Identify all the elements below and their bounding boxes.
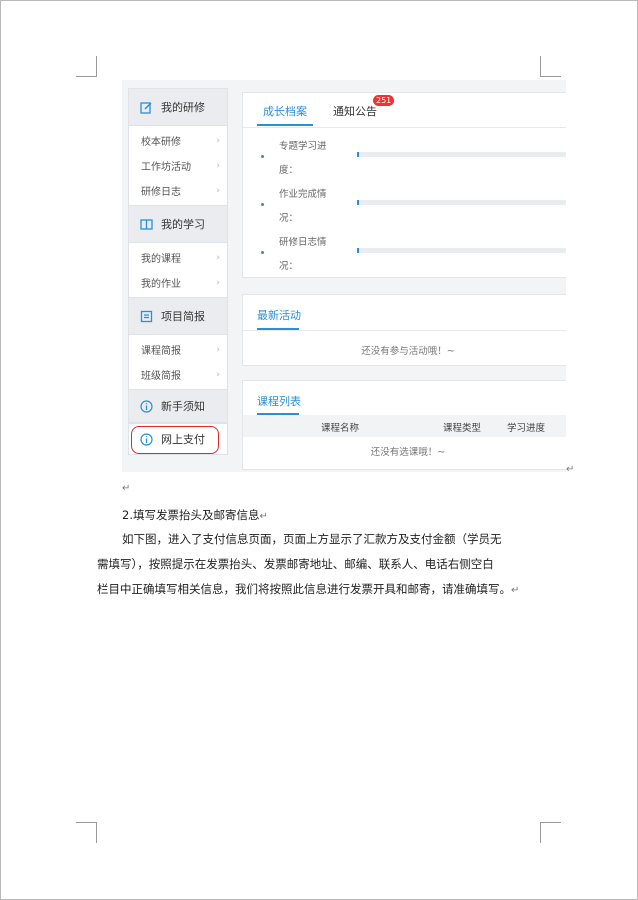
active-tab-indicator: [257, 124, 313, 126]
paragraph-mark: ↵: [122, 483, 131, 494]
tab-notice[interactable]: 通知公告: [333, 103, 377, 119]
sidebar-section-title: 我的学习: [161, 218, 205, 231]
sidebar-list-research: 校本研修 › 工作坊活动 › 研修日志 ›: [128, 126, 228, 205]
highlight-outline: [131, 426, 219, 454]
table-header: 课程名称 课程类型 学习进度: [243, 415, 566, 437]
sidebar-item-workshop[interactable]: 工作坊活动 ›: [129, 153, 227, 178]
sidebar-section-briefing[interactable]: 项目简报: [128, 297, 228, 335]
progress-row: 专题学习进 度：: [257, 135, 566, 176]
progress-label: 研修日志情 况：: [279, 237, 327, 272]
progress-row: 研修日志情 况：: [257, 231, 566, 272]
sidebar-item-label: 工作坊活动: [141, 162, 191, 173]
section-title: 最新活动: [257, 309, 301, 322]
chevron-right-icon: ›: [216, 160, 220, 171]
chevron-right-icon: ›: [216, 135, 220, 146]
info-icon: [140, 399, 153, 413]
chevron-right-icon: ›: [216, 185, 220, 196]
sidebar-item-label: 课程简报: [141, 346, 181, 357]
tab-growth-record[interactable]: 成长档案: [263, 103, 307, 119]
sidebar-item-online-pay[interactable]: 网上支付: [128, 423, 228, 455]
progress-bar: [357, 248, 566, 253]
course-list-card: 课程列表 课程名称 课程类型 学习进度 还没有选课哦！~: [242, 380, 566, 470]
embedded-screenshot: 我的研修 校本研修 › 工作坊活动 › 研修日志 › 我的学习 我的课程 › 我的作业 ›…: [122, 80, 566, 472]
empty-message: 还没有选课哦！~: [370, 447, 446, 458]
sidebar-item-course-briefing[interactable]: 课程简报 ›: [129, 337, 227, 362]
sidebar-item-class-briefing[interactable]: 班级简报 ›: [129, 362, 227, 387]
chevron-right-icon: ›: [216, 252, 220, 263]
empty-message: 还没有参与活动哦！~: [361, 346, 455, 357]
paragraph-mark: ↵: [566, 464, 575, 475]
progress-row: 作业完成情 况：: [257, 183, 566, 224]
corner-mark-top-left: [76, 56, 97, 77]
sidebar-item-school-research[interactable]: 校本研修 ›: [129, 128, 227, 153]
chevron-right-icon: ›: [216, 277, 220, 288]
column-header: 课程类型: [443, 423, 482, 434]
column-header: 学习进度: [507, 423, 546, 434]
sidebar-item-newbie-notice[interactable]: 新手须知: [128, 389, 228, 423]
progress-bar: [357, 200, 566, 205]
sidebar-item-label: 新手须知: [161, 400, 205, 413]
corner-mark-bottom-left: [76, 822, 97, 843]
section-heading: 2.填写发票抬头及邮寄信息↵: [122, 508, 268, 522]
activity-card: 最新活动 还没有参与活动哦！~: [242, 294, 566, 366]
sidebar-section-title: 我的研修: [161, 101, 205, 114]
body-line: 栏目中正确填写相关信息，我们将按照此信息进行发票开具和邮寄，请准确填写。↵: [97, 582, 520, 596]
progress-label: 专题学习进 度：: [279, 141, 327, 176]
sidebar-item-label: 校本研修: [141, 137, 181, 148]
divider: [243, 330, 566, 331]
notice-count-badge: 251: [373, 95, 395, 106]
book-icon: [140, 218, 153, 231]
edit-icon: [140, 101, 153, 114]
sidebar-item-label: 我的课程: [141, 254, 181, 265]
sidebar-item-my-courses[interactable]: 我的课程 ›: [129, 245, 227, 270]
sidebar-section-research[interactable]: 我的研修: [128, 88, 228, 126]
chevron-right-icon: ›: [216, 369, 220, 380]
sidebar-item-label: 研修日志: [141, 187, 181, 198]
sidebar-section-study[interactable]: 我的学习: [128, 205, 228, 243]
sidebar-item-label: 我的作业: [141, 279, 181, 290]
progress-label: 作业完成情 况：: [279, 189, 327, 224]
sidebar-list-briefing: 课程简报 › 班级简报 ›: [128, 335, 228, 389]
sidebar-item-my-homework[interactable]: 我的作业 ›: [129, 270, 227, 295]
growth-card: 成长档案 通知公告 251 专题学习进 度： 作业完成情 况： 研修日志情 况：: [242, 92, 566, 278]
section-title: 课程列表: [257, 395, 301, 408]
body-line: 需填写），按照提示在发票抬头、发票邮寄地址、邮编、联系人、电话右侧空白: [97, 557, 494, 571]
sidebar: 我的研修 校本研修 › 工作坊活动 › 研修日志 › 我的学习 我的课程 › 我的作业 ›…: [128, 88, 228, 472]
progress-bar: [357, 152, 566, 157]
sidebar-section-title: 项目简报: [161, 310, 205, 323]
sidebar-item-research-log[interactable]: 研修日志 ›: [129, 178, 227, 203]
sidebar-list-study: 我的课程 › 我的作业 ›: [128, 243, 228, 297]
report-icon: [140, 310, 153, 323]
column-header: 课程名称: [321, 423, 360, 434]
chevron-right-icon: ›: [216, 344, 220, 355]
bullet-dot: [261, 203, 264, 206]
body-line: 如下图，进入了支付信息页面，页面上方显示了汇款方及支付金额（学员无: [122, 532, 502, 546]
corner-mark-bottom-right: [540, 822, 561, 843]
corner-mark-top-right: [540, 56, 561, 77]
growth-tabs: 成长档案 通知公告 251: [243, 93, 566, 128]
bullet-dot: [261, 251, 264, 254]
bullet-dot: [261, 155, 264, 158]
sidebar-item-label: 班级简报: [141, 371, 181, 382]
